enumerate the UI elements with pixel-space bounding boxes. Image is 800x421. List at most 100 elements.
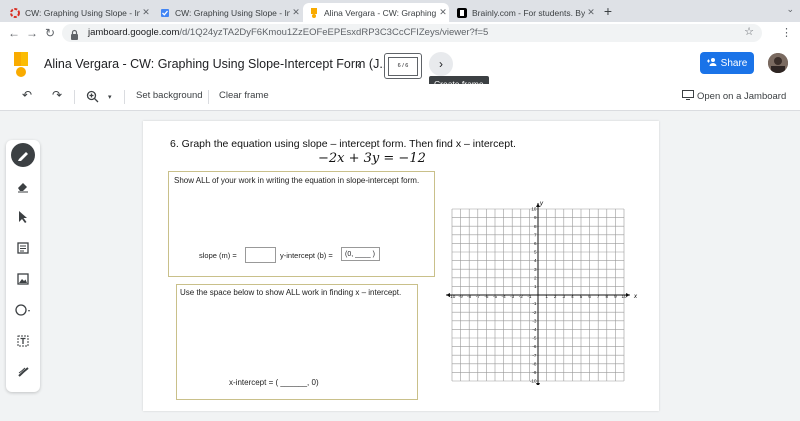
x-tick-label: 7 (597, 294, 600, 299)
close-icon[interactable]: ✕ (140, 7, 152, 18)
x-axis-arrow-right (626, 293, 630, 297)
y-tick-label: 6 (534, 241, 537, 246)
box1-prompt: Show ALL of your work in writing the equ… (174, 176, 420, 185)
frame-counter: 6 / 6 (388, 57, 418, 76)
lock-icon (70, 27, 79, 40)
slope-intercept-work-box: Show ALL of your work in writing the equ… (168, 171, 435, 277)
y-intercept-label: y-intercept (b) = (280, 251, 333, 260)
y-tick-label: 3 (534, 267, 537, 272)
share-label: Share (720, 57, 748, 69)
undo-icon[interactable]: ↶ (22, 88, 32, 102)
next-frame-icon[interactable]: › (429, 52, 453, 76)
laser-icon[interactable] (11, 360, 35, 384)
redo-icon[interactable]: ↷ (52, 88, 62, 102)
y-tick-label: 8 (534, 224, 537, 229)
y-tick-label: -1 (532, 301, 537, 306)
x-tick-label: 1 (545, 294, 548, 299)
tab-title: Brainly.com - For students. By st (472, 7, 585, 18)
chevron-down-icon[interactable]: ▾ (108, 93, 112, 101)
x-tick-label: 6 (588, 294, 591, 299)
sticky-note-icon[interactable] (11, 236, 35, 260)
y-tick-label: -8 (532, 361, 537, 366)
slope-field (245, 247, 276, 263)
y-tick-label: -2 (532, 310, 537, 315)
text-box-icon[interactable] (11, 329, 35, 353)
tab-title: Alina Vergara - CW: Graphing Us (324, 7, 437, 18)
x-tick-label: -6 (484, 294, 489, 299)
bookmark-star-icon[interactable]: ☆ (744, 25, 754, 38)
frame-bar-button[interactable]: 6 / 6 (384, 53, 422, 79)
y-tick-label: 2 (534, 275, 537, 280)
y-axis-arrow-down (536, 383, 540, 385)
slope-label: slope (m) = (199, 251, 237, 260)
jamboard-icon (309, 7, 319, 18)
chrome-menu-icon[interactable]: ⋮ (781, 26, 792, 39)
x-tick-label: 3 (563, 294, 566, 299)
omnibox[interactable]: jamboard.google.com/d/1Q24yzTA2DyF6Kmou1… (62, 24, 762, 42)
google-classroom-icon (10, 7, 20, 18)
close-icon[interactable]: ✕ (290, 7, 302, 18)
forward-icon[interactable]: → (24, 25, 40, 41)
jamboard-logo-icon[interactable] (12, 52, 30, 78)
eraser-icon[interactable] (11, 174, 35, 198)
set-background-button[interactable]: Set background (136, 90, 203, 101)
y-tick-label: 10 (531, 207, 537, 212)
url-path: /d/1Q24yzTA2DyF6Kmou1ZzEOFeEPEsxdRP3C3Cc… (179, 27, 489, 38)
divider (208, 90, 209, 104)
y-tick-label: -5 (532, 336, 537, 341)
address-bar-row: ← → ↻ jamboard.google.com/d/1Q24yzTA2DyF… (0, 22, 800, 44)
equation: −2x + 3y = −12 (318, 151, 426, 166)
y-tick-label: -7 (532, 353, 537, 358)
shape-icon[interactable] (11, 298, 35, 322)
y-tick-label: 7 (534, 232, 537, 237)
y-intercept-field: (0, ____ ) (341, 247, 380, 261)
select-icon[interactable] (11, 205, 35, 229)
previous-frame-icon[interactable]: ‹ (352, 57, 366, 72)
tab-title: CW: Graphing Using Slope - Inte (25, 7, 140, 18)
zoom-icon[interactable] (86, 90, 99, 106)
brainly-icon (457, 7, 467, 18)
tab-jamboard[interactable]: Alina Vergara - CW: Graphing Us ✕ (303, 3, 449, 22)
share-button[interactable]: Share (700, 52, 754, 74)
y-tick-label: 5 (534, 250, 537, 255)
x-tick-label: 4 (571, 294, 574, 299)
close-icon[interactable]: ✕ (437, 7, 449, 18)
x-tick-label: -10 (449, 294, 456, 299)
assignment-check-icon (160, 8, 170, 18)
open-on-jamboard-button[interactable]: Open on a Jamboard (682, 90, 786, 102)
image-icon[interactable] (11, 267, 35, 291)
avatar[interactable] (768, 53, 788, 73)
close-icon[interactable]: ✕ (585, 7, 597, 18)
new-tab-button[interactable]: + (600, 3, 616, 19)
pen-icon[interactable] (11, 143, 35, 167)
y-tick-label: -10 (530, 379, 537, 384)
tab-classroom-1[interactable]: CW: Graphing Using Slope - Inte ✕ (4, 3, 152, 22)
clear-frame-button[interactable]: Clear frame (219, 90, 269, 101)
y-tick-label: -6 (532, 344, 537, 349)
toolbar: ↶ ↷ ▾ Set background Clear frame Open on… (0, 84, 800, 111)
x-tick-label: -4 (502, 294, 507, 299)
tab-classroom-2[interactable]: CW: Graphing Using Slope - Inte ✕ (154, 3, 302, 22)
x-tick-label: -1 (527, 294, 532, 299)
y-tick-label: -3 (532, 318, 537, 323)
x-tick-label: 9 (614, 294, 617, 299)
x-intercept-label: x-intercept = ( ______, 0) (229, 378, 319, 387)
y-tick-label: 1 (534, 284, 537, 289)
tab-search-icon[interactable]: ⌄ (786, 4, 794, 15)
divider (74, 90, 75, 104)
coordinate-grid: xy-10 -9 -8 -7 -6 -5 -4 -3 -2 -1 1 2 3 4 5 6 7 8 9 10109876… (446, 201, 638, 385)
box2-prompt: Use the space below to show ALL work in … (180, 288, 402, 297)
add-person-icon (706, 57, 717, 69)
url-host: jamboard.google.com (88, 27, 180, 38)
question-text: 6. Graph the equation using slope – inte… (170, 138, 516, 150)
x-axis-label: x (633, 294, 638, 300)
open-on-jamboard-label: Open on a Jamboard (697, 91, 787, 102)
y-axis-label: y (539, 201, 544, 207)
back-icon[interactable]: ← (6, 25, 22, 41)
tab-brainly[interactable]: Brainly.com - For students. By st ✕ (451, 3, 597, 22)
x-tick-label: -5 (493, 294, 498, 299)
y-tick-label: 9 (534, 215, 537, 220)
document-title: Alina Vergara - CW: Graphing Using Slope… (44, 57, 390, 71)
reload-icon[interactable]: ↻ (42, 25, 58, 41)
y-tick-label: -9 (532, 370, 537, 375)
